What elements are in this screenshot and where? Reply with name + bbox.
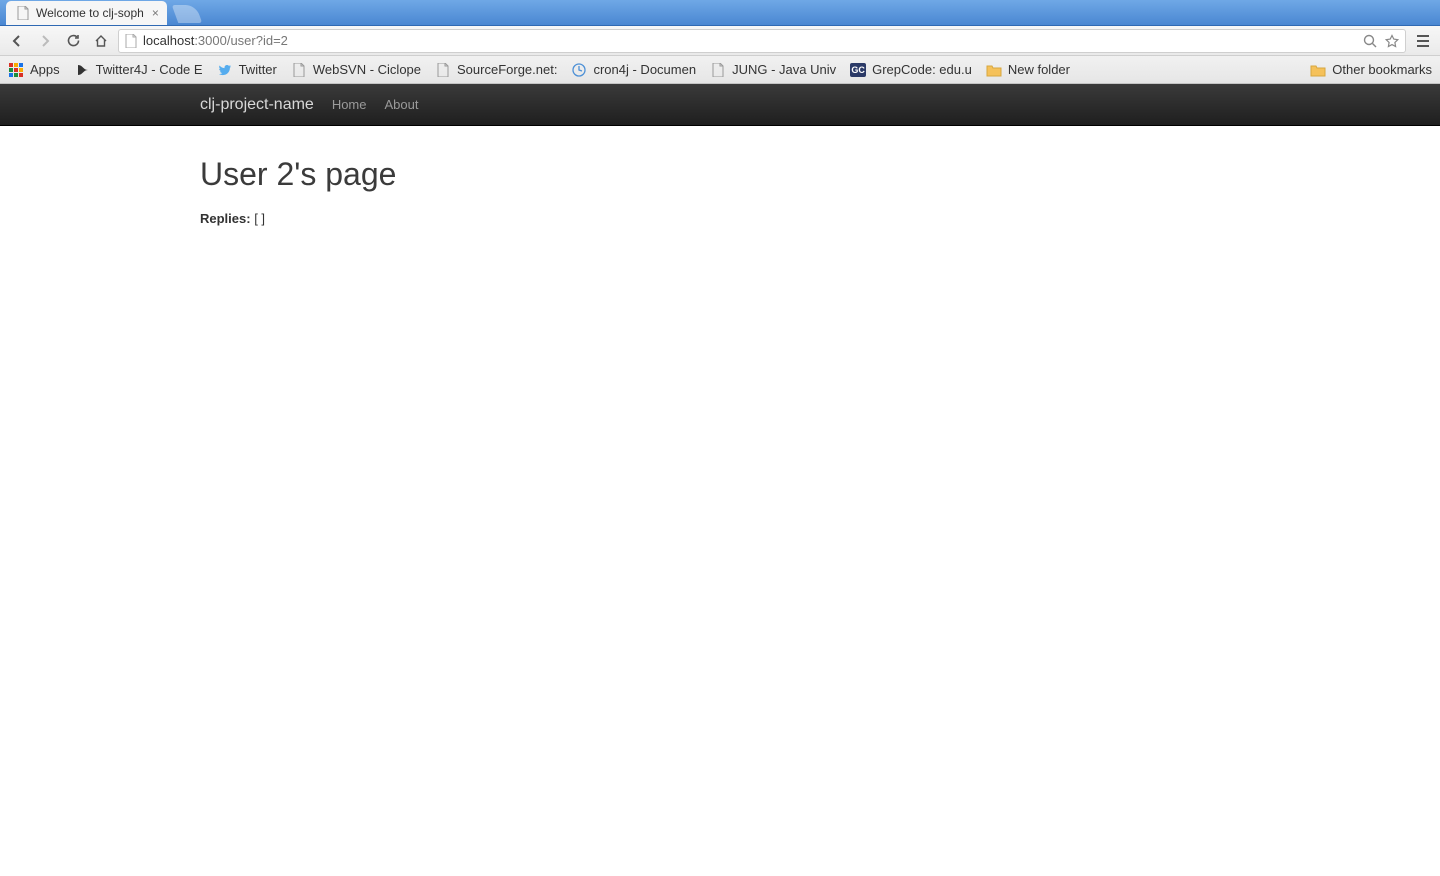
bookmark-label: WebSVN - Ciclope [313, 62, 421, 77]
nav-link-home[interactable]: Home [332, 97, 367, 112]
bookmark-item[interactable]: Twitter4J - Code E [74, 62, 203, 78]
new-tab-button[interactable] [172, 5, 203, 23]
bookmark-label: Twitter4J - Code E [96, 62, 203, 77]
page-title: User 2's page [200, 156, 1440, 193]
other-bookmarks[interactable]: Other bookmarks [1310, 62, 1432, 78]
tab-title: Welcome to clj-soph [36, 6, 144, 20]
page-icon [435, 62, 451, 78]
bookmark-folder[interactable]: New folder [986, 62, 1070, 78]
bookmark-item[interactable]: GC GrepCode: edu.u [850, 62, 972, 77]
url-text: localhost:3000/user?id=2 [143, 33, 288, 48]
twitter-icon [217, 62, 233, 78]
reload-button[interactable] [62, 30, 84, 52]
bookmark-label: SourceForge.net: [457, 62, 557, 77]
page-icon [291, 62, 307, 78]
nav-link-about[interactable]: About [385, 97, 419, 112]
replies-label: Replies: [200, 211, 251, 226]
close-icon[interactable]: × [152, 7, 159, 19]
address-bar[interactable]: localhost:3000/user?id=2 [118, 29, 1406, 53]
chrome-menu-button[interactable] [1412, 30, 1434, 52]
app-navbar: clj-project-name Home About [0, 84, 1440, 126]
star-icon[interactable] [1385, 34, 1399, 48]
bookmark-label: GrepCode: edu.u [872, 62, 972, 77]
browser-tab[interactable]: Welcome to clj-soph × [6, 1, 167, 25]
bookmarks-bar: Apps Twitter4J - Code E Twitter WebSVN -… [0, 56, 1440, 84]
bookmark-item[interactable]: JUNG - Java Univ [710, 62, 836, 78]
apps-button[interactable]: Apps [8, 62, 60, 78]
url-host: localhost [143, 33, 194, 48]
page-icon [125, 34, 137, 48]
home-button[interactable] [90, 30, 112, 52]
replies-line: Replies: [ ] [200, 211, 1440, 226]
zoom-icon[interactable] [1363, 34, 1377, 48]
navbar-brand[interactable]: clj-project-name [200, 96, 314, 114]
bookmark-favicon [74, 62, 90, 78]
bookmark-item[interactable]: Twitter [217, 62, 277, 78]
bookmark-item[interactable]: cron4j - Documen [571, 62, 696, 78]
folder-icon [1310, 62, 1326, 78]
bookmark-label: cron4j - Documen [593, 62, 696, 77]
bookmark-label: Twitter [239, 62, 277, 77]
bookmark-label: New folder [1008, 62, 1070, 77]
bookmark-item[interactable]: WebSVN - Ciclope [291, 62, 421, 78]
apps-icon [8, 62, 24, 78]
url-path: :3000/user?id=2 [194, 33, 288, 48]
bookmark-item[interactable]: SourceForge.net: [435, 62, 557, 78]
page-content: User 2's page Replies: [ ] [0, 126, 1440, 226]
bookmark-label: JUNG - Java Univ [732, 62, 836, 77]
back-button[interactable] [6, 30, 28, 52]
browser-titlebar: Welcome to clj-soph × [0, 0, 1440, 26]
bookmark-label: Apps [30, 62, 60, 77]
bookmark-label: Other bookmarks [1332, 62, 1432, 77]
page-icon [16, 6, 30, 20]
replies-value: [ ] [254, 211, 265, 226]
browser-toolbar: localhost:3000/user?id=2 [0, 26, 1440, 56]
gc-icon: GC [850, 63, 866, 77]
forward-button[interactable] [34, 30, 56, 52]
clock-icon [571, 62, 587, 78]
page-icon [710, 62, 726, 78]
folder-icon [986, 62, 1002, 78]
